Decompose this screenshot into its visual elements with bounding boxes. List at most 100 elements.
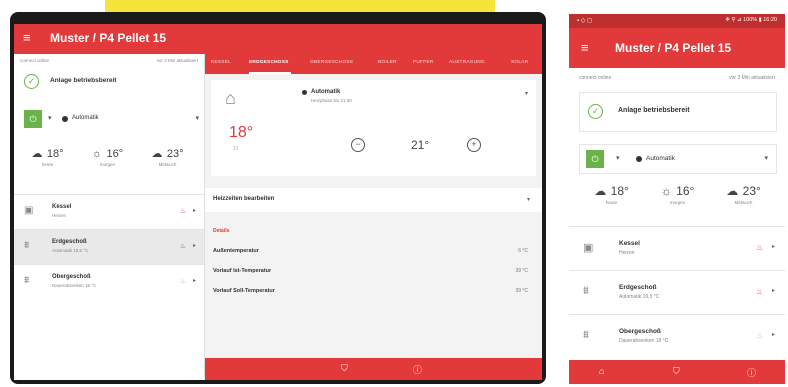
forecast-tomorrow: ☼ 16° morgen [80,144,135,167]
chevron-right-icon[interactable]: ▸ [772,287,775,294]
item-name: Erdgeschoß [619,284,657,291]
phone-device: ▪ ◇ ◻ ❄ ⚲ ⊿ 100% ▮ 16:20 ≡ Muster / P4 P… [569,14,785,384]
boiler-icon: ▣ [24,205,34,216]
bottom-bar: ⛉ ⓘ [205,358,542,380]
forecast-value: 23° [742,184,761,198]
forecast-wednesday: ☁ 23° Mittwoch [711,182,776,205]
list-item-kessel[interactable]: ▣ Kessel Heizen ♨ ▸ [569,226,785,270]
partly-sunny-icon: ☼ [660,184,672,198]
info-icon[interactable]: ⓘ [413,363,422,376]
cloud-icon: ☁ [31,148,43,160]
detail-value: 6 °C [518,248,528,254]
chevron-down-icon[interactable]: ▾ [48,114,52,122]
chevron-right-icon[interactable]: ▸ [193,207,196,214]
forecast-value: 23° [166,148,184,160]
item-status: Heizen [52,213,67,218]
detail-value: 39 °C [515,268,528,274]
app-title: Muster / P4 Pellet 15 [615,41,732,55]
mode-selector[interactable]: ⏻ ▾ Automatik ▾ [24,110,199,128]
power-button[interactable]: ⏻ [586,150,604,168]
increase-temp-button[interactable]: + [467,138,481,152]
mode-label: Automatik [646,155,675,162]
chevron-right-icon[interactable]: ▸ [772,243,775,250]
tablet-device: ≡ Muster / P4 Pellet 15 connect online v… [10,12,546,384]
cloud-icon: ☁ [151,148,163,160]
app-bar: ≡ Muster / P4 Pellet 15 [569,28,785,68]
shield-icon[interactable]: ⛉ [341,363,348,374]
weather-forecast: ☁ 18° heute ☼ 16° morgen ☁ 23° Mittwoch [20,144,198,174]
current-temperature: 18° [229,124,254,141]
menu-icon[interactable]: ≡ [581,40,589,55]
home-icon[interactable]: ⌂ [599,366,604,376]
chevron-down-icon[interactable]: ▾ [527,196,530,203]
tab-solar[interactable]: SOLAR [511,60,528,65]
zone-mode[interactable]: Automatik [311,89,340,95]
mode-label: Automatik [72,115,99,121]
detail-row-flow-actual: Vorlauf Ist-Temperatur 39 °C [205,264,542,282]
system-status-bar: ▪ ◇ ◻ ❄ ⚲ ⊿ 100% ▮ 16:20 [569,14,785,28]
tablet-screen: ≡ Muster / P4 Pellet 15 connect online v… [14,24,542,380]
forecast-day: morgen [99,162,116,167]
boiler-icon: ▣ [583,242,594,254]
info-icon[interactable]: ⓘ [747,366,756,379]
app-title: Muster / P4 Pellet 15 [50,31,167,45]
item-name: Kessel [619,240,640,247]
forecast-tomorrow: ☼ 16° morgen [645,182,710,205]
radiator-icon: ⩩ [24,240,30,251]
current-temperature-sub: 21 [233,146,239,152]
tab-boiler[interactable]: BOILER [378,60,397,65]
chevron-right-icon[interactable]: ▸ [193,277,196,284]
flame-icon: ♨ [755,287,763,296]
item-name: Obergeschoß [52,274,91,280]
list-item-erdgeschoss[interactable]: ⩩ Erdgeschoß Automatik 19,5 °C ♨ ▸ [14,229,204,264]
forecast-day: Mittwoch [734,200,753,205]
shield-icon[interactable]: ⛉ [673,366,680,377]
tab-austragung[interactable]: AUSTRAGUNG [449,60,485,65]
flame-icon: ♨ [179,243,186,250]
mode-indicator-icon [302,90,307,95]
radiator-icon: ⩩ [583,329,589,341]
power-button[interactable]: ⏻ [24,110,42,128]
notification-icons: ▪ ◇ ◻ [577,18,593,24]
forecast-value: 16° [106,148,124,160]
tab-bar: KESSEL ERDGESCHOSS OBERGESCHOSS BOILER P… [205,54,542,74]
tab-erdgeschoss[interactable]: ERDGESCHOSS [249,60,289,65]
item-status: Dauerabsenken 18 °C [52,283,97,288]
list-item-erdgeschoss[interactable]: ⩩ Erdgeschoß Automatik 19,5 °C ♨ ▸ [569,270,785,314]
tab-puffer[interactable]: PUFFER [413,60,433,65]
chevron-right-icon[interactable]: ▸ [772,331,775,338]
system-ready-card: ✓ Anlage betriebsbereit [579,92,777,132]
mode-indicator-icon [636,156,642,162]
decrease-temp-button[interactable]: − [351,138,365,152]
dropdown-arrow-icon[interactable]: ▾ [195,114,199,122]
tab-obergeschoss[interactable]: OBERGESCHOSS [310,60,353,65]
dropdown-arrow-icon[interactable]: ▾ [764,154,768,162]
mode-selector[interactable]: ⏻ ▾ Automatik ▾ [579,144,777,174]
detail-label: Außentemperatur [213,248,259,254]
cloud-icon: ☁ [594,184,607,198]
forecast-value: 18° [46,148,64,160]
list-item-obergeschoss[interactable]: ⩩ Obergeschoß Dauerabsenken 18 °C ♨ ▸ [14,264,204,299]
setpoint-temperature: 21° [411,138,430,152]
detail-row-outdoor: Außentemperatur 6 °C [205,244,542,262]
dropdown-arrow-icon[interactable]: ▾ [525,90,528,97]
detail-value: 39 °C [515,288,528,294]
menu-icon[interactable]: ≡ [23,30,31,45]
chevron-down-icon[interactable]: ▾ [616,154,620,162]
chevron-right-icon[interactable]: ▸ [193,242,196,249]
app-bar: ≡ Muster / P4 Pellet 15 [14,24,542,54]
item-name: Obergeschoß [619,328,661,335]
overview-panel: connect online vor 3 Min aktualisiert ✓ … [14,54,205,380]
edit-heating-times-row[interactable]: Heizzeiten bearbeiten ▾ [205,188,542,212]
mode-indicator-icon [62,116,68,122]
active-tab-indicator [249,72,291,74]
tab-kessel[interactable]: KESSEL [211,60,231,65]
system-ready-label: Anlage betriebsbereit [618,107,690,114]
check-icon: ✓ [588,104,603,119]
forecast-wednesday: ☁ 23° Mittwoch [140,144,195,167]
radiator-icon: ⩩ [24,275,30,286]
forecast-day: heute [605,200,618,205]
list-item-obergeschoss[interactable]: ⩩ Obergeschoß Dauerabsenken 18 °C ♨ ▸ [569,314,785,358]
list-item-kessel[interactable]: ▣ Kessel Heizen ♨ ▸ [14,194,204,229]
item-status: Automatik 19,5 °C [52,248,89,253]
